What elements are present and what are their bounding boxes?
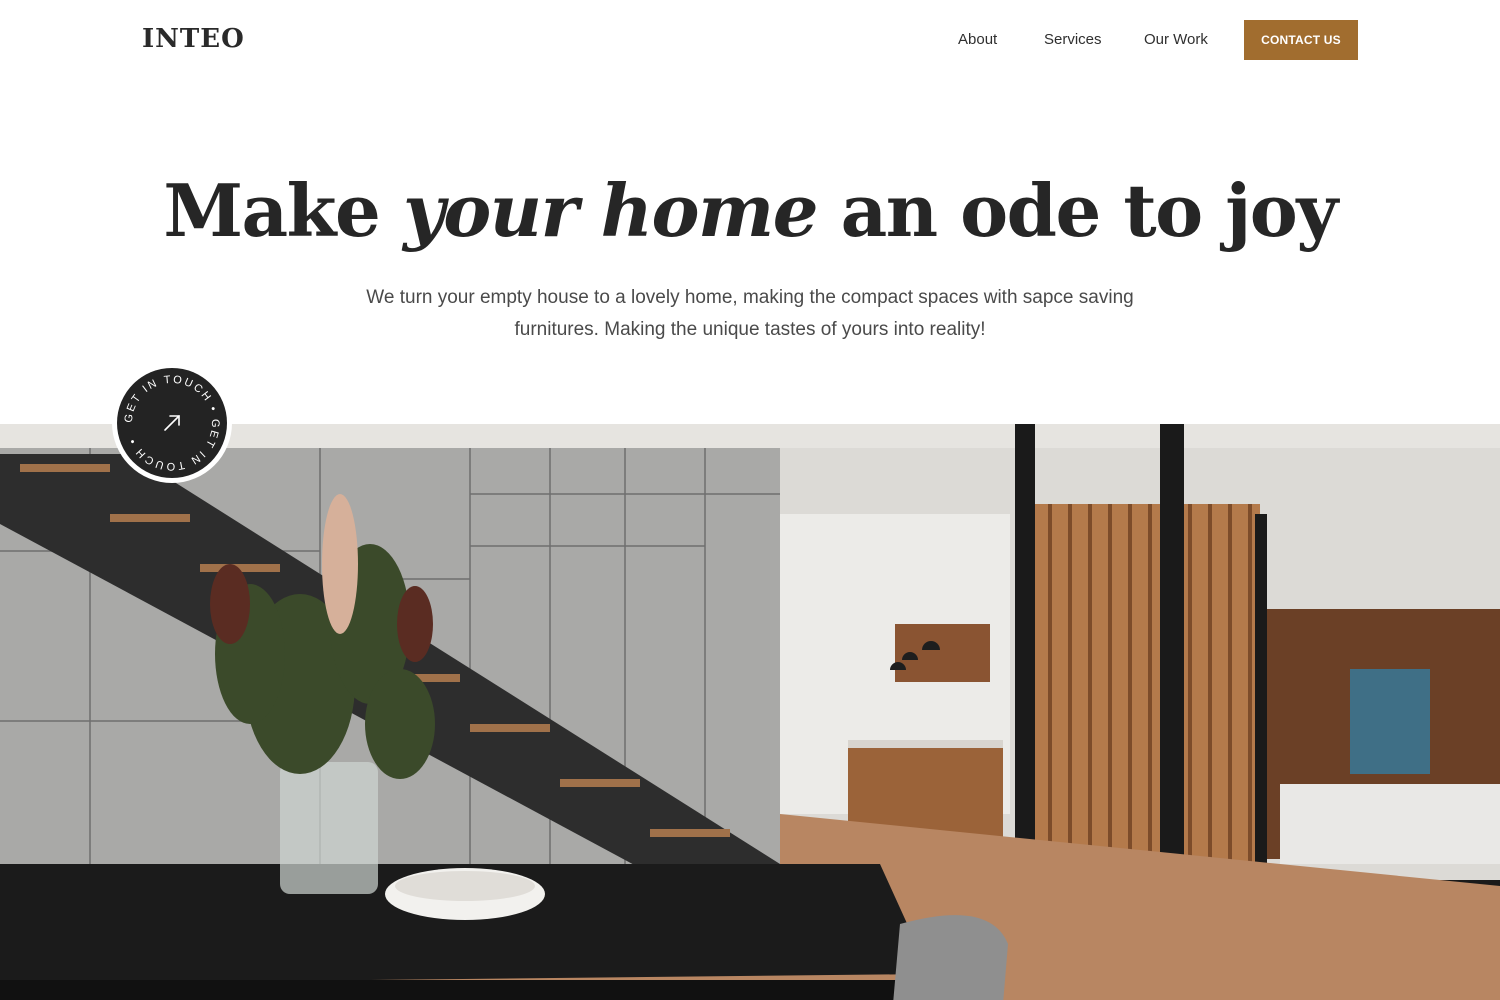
get-in-touch-badge[interactable]: GET IN TOUCH • GET IN TOUCH • (112, 363, 232, 483)
nav-services[interactable]: Services (1044, 31, 1102, 48)
badge-circle: GET IN TOUCH • GET IN TOUCH • (117, 368, 227, 478)
interior-photo (0, 424, 1500, 1000)
contact-us-button[interactable]: CONTACT US (1244, 20, 1358, 60)
hero-image (0, 424, 1500, 1000)
site-header: INTEO About Services Our Work CONTACT US (0, 0, 1500, 80)
hero-subtitle-line1: We turn your empty house to a lovely hom… (366, 287, 1134, 308)
hero-subtitle: We turn your empty house to a lovely hom… (330, 282, 1170, 346)
arrow-up-right-icon (164, 415, 180, 431)
nav-our-work[interactable]: Our Work (1144, 31, 1208, 48)
hero-title-part1: Make (163, 168, 381, 253)
badge-ring-text: GET IN TOUCH • GET IN TOUCH • (123, 374, 219, 472)
hero-title-part2: an ode to joy (840, 168, 1339, 253)
logo-text: INTEO (142, 24, 245, 54)
hero-title: Make your home an ode to joy (0, 168, 1500, 253)
hero-title-italic: your home (402, 168, 819, 253)
logo[interactable]: INTEO (142, 24, 245, 54)
nav-about[interactable]: About (958, 31, 997, 48)
hero-subtitle-line2: furnitures. Making the unique tastes of … (514, 319, 986, 340)
